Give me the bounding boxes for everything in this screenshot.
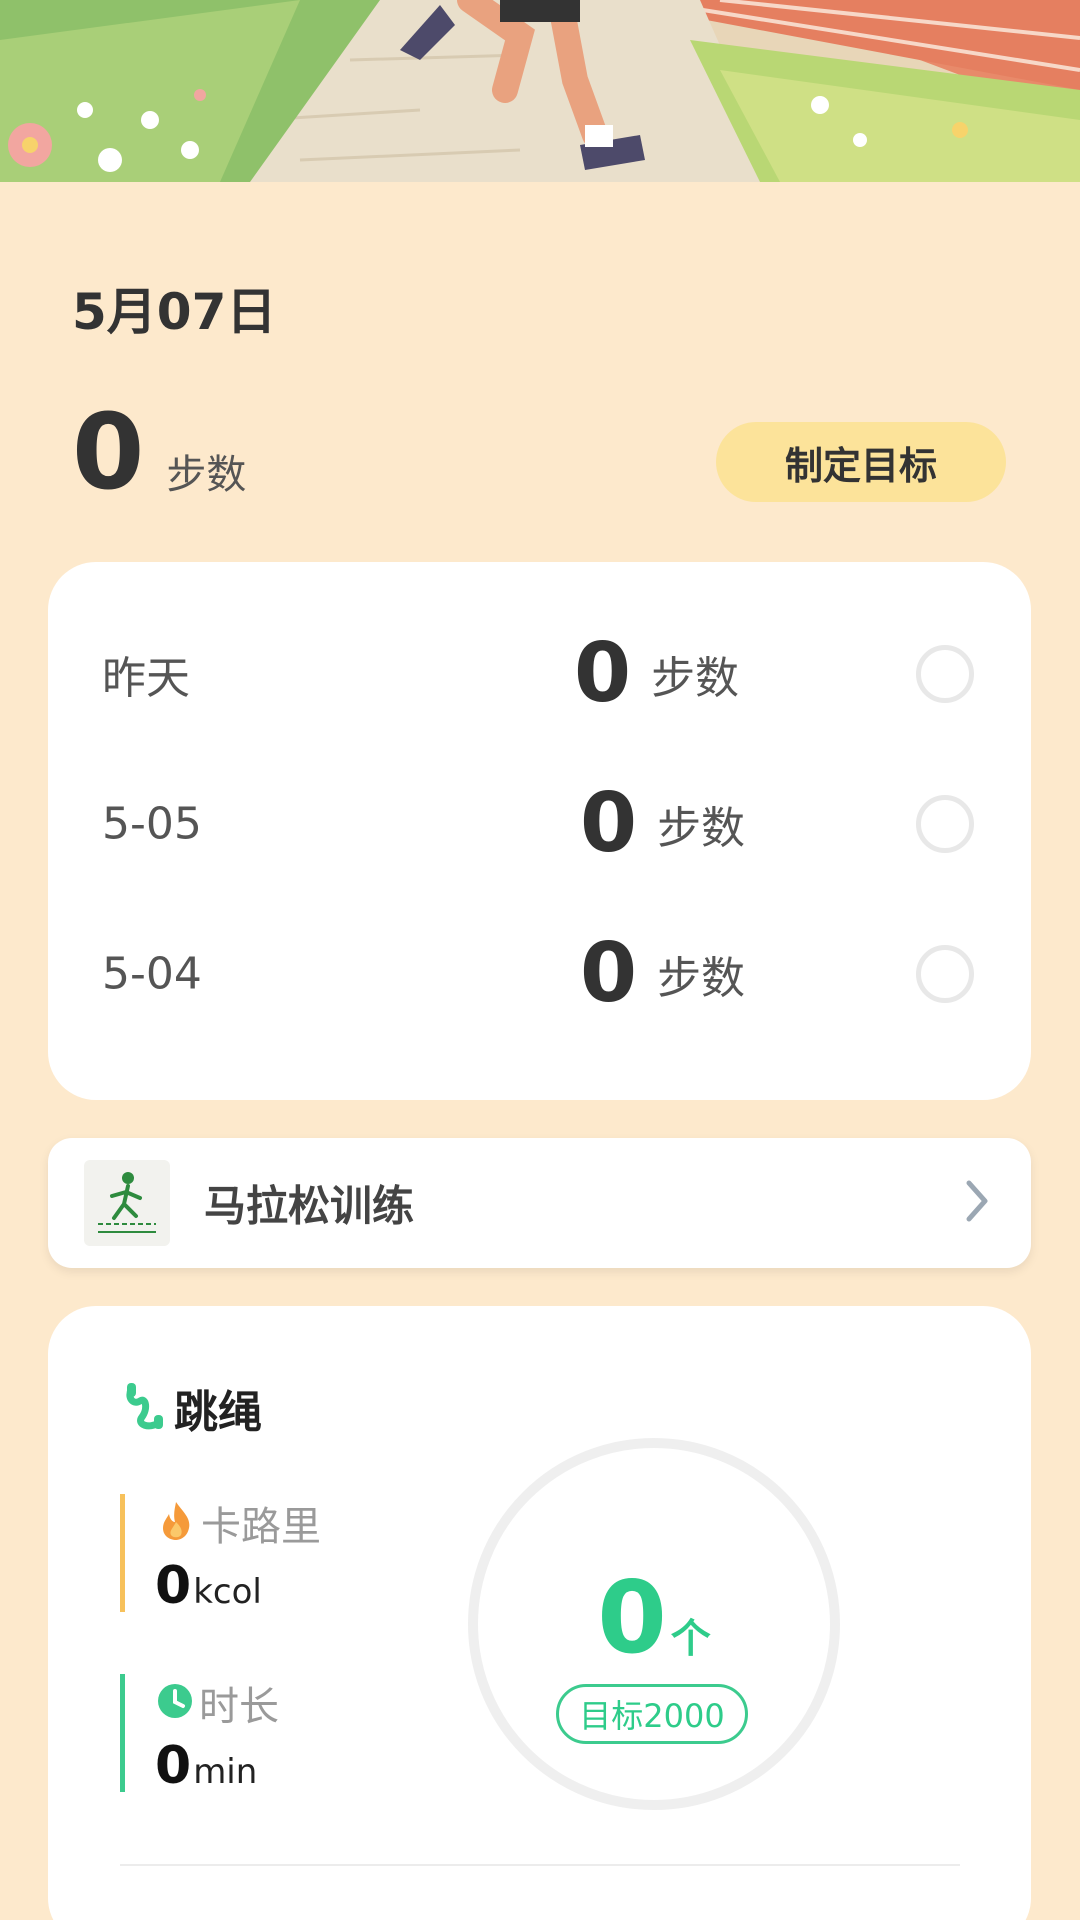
history-steps-value: 0 (574, 626, 632, 721)
marathon-training-item[interactable]: 马拉松训练 (48, 1138, 1031, 1268)
today-steps: 0 步数 (72, 400, 246, 504)
jump-count-ring: 0 个 目标2000 (466, 1436, 842, 1812)
divider (120, 1864, 960, 1866)
chevron-right-icon (963, 1179, 991, 1227)
calories-label: 卡路里 (201, 1504, 321, 1550)
history-radio[interactable] (916, 945, 974, 1003)
calories-unit: kcol (193, 1572, 262, 1612)
history-row: 5-04 0 步数 (48, 924, 1031, 1024)
history-row: 5-05 0 步数 (48, 774, 1031, 874)
marathon-label: 马拉松训练 (204, 1181, 415, 1231)
step-history-card: 昨天 0 步数 5-05 0 步数 5-04 0 步数 (48, 562, 1031, 1100)
history-steps-value: 0 (580, 926, 638, 1021)
set-goal-button[interactable]: 制定目标 (716, 422, 1006, 502)
clock-icon (155, 1681, 195, 1725)
jump-rope-title: 跳绳 (124, 1376, 262, 1440)
history-steps: 0 步数 (580, 783, 745, 865)
jump-rope-title-text: 跳绳 (174, 1387, 262, 1438)
duration-label: 时长 (199, 1684, 279, 1730)
today-steps-value: 0 (72, 391, 145, 513)
date-label: 5月07日 (72, 283, 277, 341)
history-steps: 0 步数 (574, 633, 739, 715)
history-radio[interactable] (916, 645, 974, 703)
banner-illustration (0, 0, 1080, 182)
today-steps-unit: 步数 (166, 452, 247, 498)
jump-rope-card[interactable]: 跳绳 卡路里 0 kcol 时长 0 min 0 个 目标2000 (48, 1306, 1031, 1920)
duration-stat: 时长 0 min (120, 1674, 279, 1792)
history-steps-unit: 步数 (657, 803, 746, 854)
history-steps: 0 步数 (580, 933, 745, 1015)
history-steps-value: 0 (580, 776, 638, 871)
jump-rope-icon (124, 1381, 168, 1435)
jump-count: 0 个 (466, 1568, 842, 1668)
flame-icon (155, 1500, 197, 1546)
calories-value: 0 (155, 1556, 192, 1616)
duration-value: 0 (155, 1736, 192, 1796)
history-date: 5-04 (102, 948, 202, 1000)
history-row: 昨天 0 步数 (48, 624, 1031, 724)
history-date: 昨天 (102, 653, 190, 704)
history-steps-unit: 步数 (651, 653, 740, 704)
jump-goal-badge: 目标2000 (556, 1684, 748, 1744)
history-steps-unit: 步数 (657, 953, 746, 1004)
runner-icon (84, 1160, 170, 1246)
history-date: 5-05 (102, 798, 202, 850)
jump-count-unit: 个 (670, 1616, 711, 1662)
history-radio[interactable] (916, 795, 974, 853)
calories-stat: 卡路里 0 kcol (120, 1494, 321, 1612)
duration-unit: min (193, 1752, 258, 1792)
jump-count-value: 0 (597, 1559, 667, 1676)
